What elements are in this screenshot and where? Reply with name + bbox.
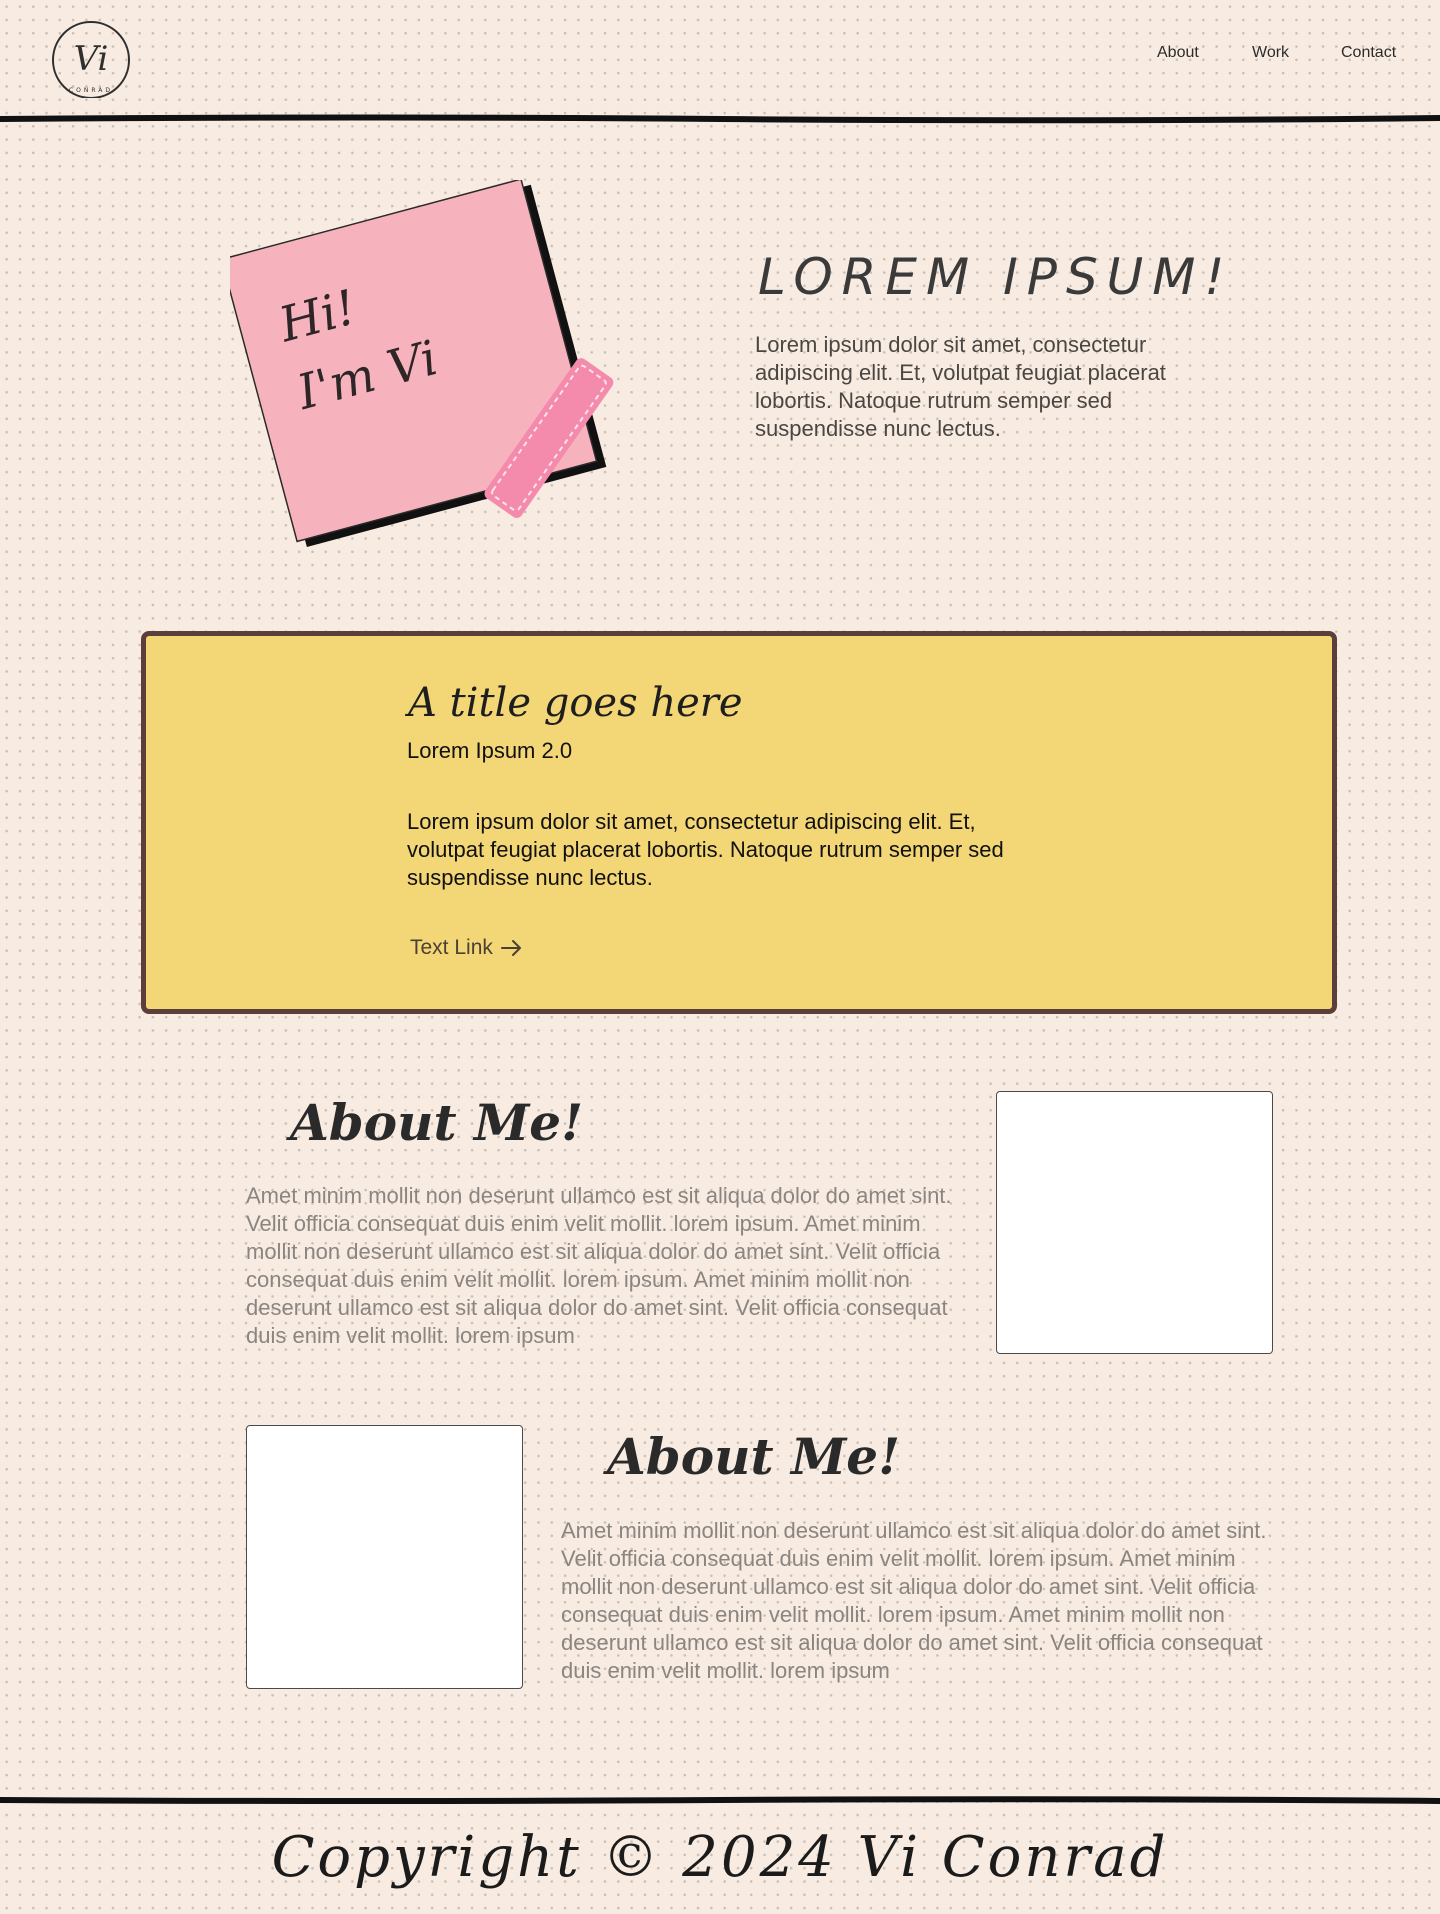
nav-work[interactable]: Work — [1252, 44, 1289, 62]
about-title-2: About Me! — [607, 1427, 901, 1486]
card-text-link[interactable]: Text Link — [410, 936, 523, 960]
hero-title: LOREM IPSUM! — [758, 248, 1234, 306]
nav-contact[interactable]: Contact — [1341, 44, 1396, 62]
card-subtitle: Lorem Ipsum 2.0 — [407, 738, 573, 763]
about-image-2 — [246, 1425, 523, 1689]
card-text: Lorem ipsum dolor sit amet, consectetur … — [407, 809, 1004, 890]
arrow-right-icon — [500, 940, 521, 956]
logo-ring-text: CONRAD — [69, 87, 113, 94]
card-link-label: Text Link — [410, 936, 493, 959]
card-title: A title goes here — [408, 680, 743, 726]
about-image-1 — [996, 1091, 1273, 1354]
footer-copyright: Copyright © 2024 Vi Conrad — [271, 1825, 1169, 1890]
sticky-note: Hi! I'm Vi — [230, 180, 614, 548]
hero-text: Lorem ipsum dolor sit amet, consectetur … — [755, 332, 1166, 441]
footer-divider — [0, 1796, 1440, 1804]
about-text-1: Amet minim mollit non deserunt ullamco e… — [246, 1183, 952, 1348]
about-text-2: Amet minim mollit non deserunt ullamco e… — [561, 1518, 1267, 1683]
about-title-1: About Me! — [290, 1093, 584, 1152]
logo[interactable]: Vi CONRAD — [44, 8, 134, 98]
logo-monogram: Vi — [74, 39, 109, 79]
nav-about[interactable]: About — [1157, 44, 1199, 62]
header-divider — [0, 114, 1440, 124]
